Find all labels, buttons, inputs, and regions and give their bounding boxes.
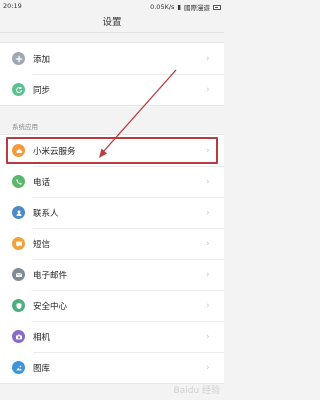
contacts-icon — [12, 206, 25, 219]
section-label-system-apps: 系统应用 — [12, 123, 38, 131]
plus-icon — [12, 52, 25, 65]
phone-icon — [12, 175, 25, 188]
chevron-right-icon: › — [206, 53, 210, 64]
row-label-contacts: 联系人 — [33, 208, 59, 219]
watermark: Baidu 经验 — [173, 386, 220, 396]
chevron-right-icon: › — [206, 300, 210, 311]
battery-icon — [213, 4, 221, 10]
row-add[interactable]: 添加 › — [0, 43, 224, 74]
row-label-sync: 同步 — [33, 85, 51, 96]
chevron-right-icon: › — [206, 331, 210, 342]
row-contacts[interactable]: 联系人 › — [0, 197, 224, 228]
message-icon — [12, 237, 25, 250]
row-messages[interactable]: 短信 › — [0, 228, 224, 259]
phone-highlight-box — [6, 137, 218, 164]
chevron-right-icon: › — [206, 238, 210, 249]
row-label-gallery: 图库 — [33, 363, 51, 374]
row-label-email: 电子邮件 — [33, 270, 68, 281]
status-time: 20:19 — [3, 2, 22, 10]
row-label-phone: 电话 — [33, 177, 51, 188]
header-divider — [0, 32, 224, 33]
top-settings-group: 添加 › 同步 › — [0, 42, 224, 106]
chevron-right-icon: › — [206, 176, 210, 187]
row-gallery[interactable]: 图库 › — [0, 352, 224, 383]
row-security[interactable]: 安全中心 › — [0, 290, 224, 321]
status-bar: 20:19 0.05K/s ▮ 國際漫遊 — [0, 0, 224, 12]
chevron-right-icon: › — [206, 84, 210, 95]
row-label-add: 添加 — [33, 54, 51, 65]
gallery-icon — [12, 361, 25, 374]
chevron-right-icon: › — [206, 207, 210, 218]
row-sync[interactable]: 同步 › — [0, 74, 224, 105]
signal-icon: ▮ — [177, 3, 181, 11]
row-camera[interactable]: 相机 › — [0, 321, 224, 352]
mail-icon — [12, 268, 25, 281]
row-phone[interactable]: 电话 › — [0, 166, 224, 197]
sync-icon — [12, 83, 25, 96]
carrier-label: 國際漫遊 — [184, 4, 210, 12]
page-title: 设置 — [102, 17, 122, 28]
row-label-messages: 短信 — [33, 239, 51, 250]
network-speed: 0.05K/s — [150, 3, 175, 11]
row-email[interactable]: 电子邮件 › — [0, 259, 224, 290]
chevron-right-icon: › — [206, 362, 210, 373]
camera-icon — [12, 330, 25, 343]
chevron-right-icon: › — [206, 269, 210, 280]
system-apps-group: 小米云服务 › 电话 › 联系人 › 短信 › 电子邮件 › 安全中心 › 相机… — [0, 134, 224, 384]
row-label-camera: 相机 — [33, 332, 51, 343]
shield-icon — [12, 299, 25, 312]
row-label-security: 安全中心 — [33, 301, 68, 312]
status-indicators: 0.05K/s ▮ 國際漫遊 — [150, 2, 221, 12]
